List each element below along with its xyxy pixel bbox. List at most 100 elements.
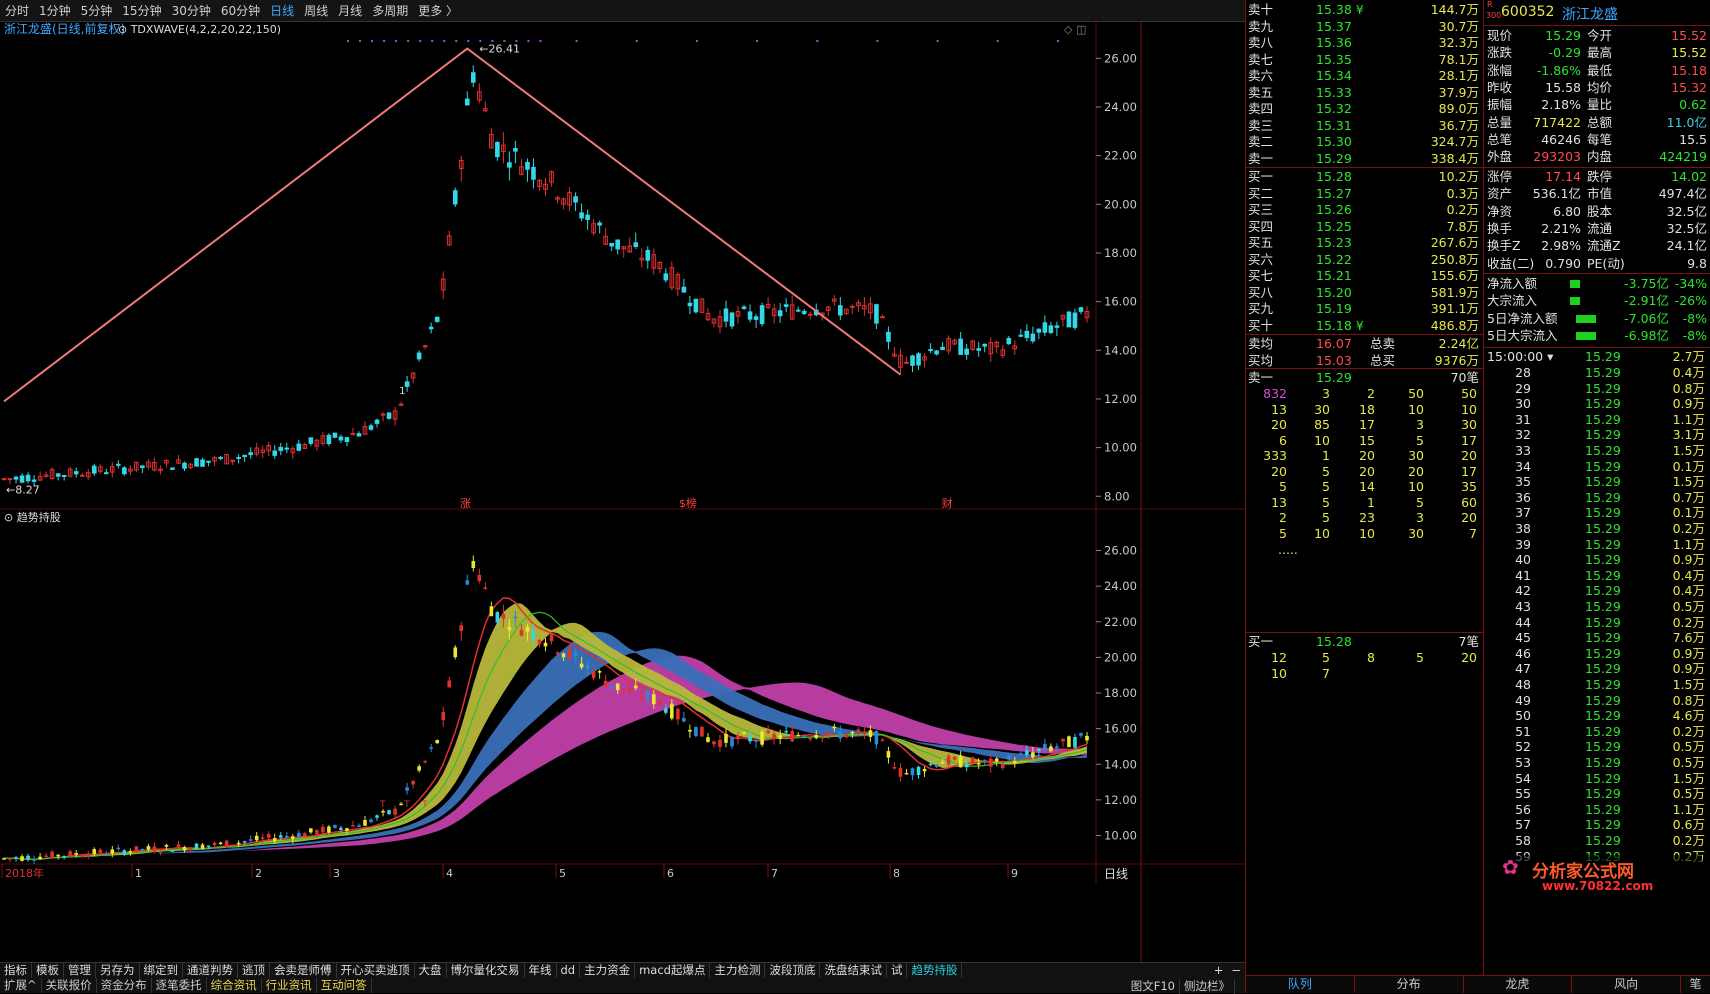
info-tab[interactable]: 扩展^: [0, 978, 42, 993]
signal-dot: [346, 40, 349, 42]
indicator-tab[interactable]: 通道判势: [183, 963, 238, 978]
candle-body: [248, 452, 253, 456]
candle-body: [236, 456, 241, 459]
candle-body: [200, 459, 205, 467]
x-tick-label: 4: [446, 867, 453, 880]
indicator-tab[interactable]: 趋势持股: [907, 963, 963, 978]
sub-candle-body: [682, 718, 686, 722]
side-tab[interactable]: 图文F10: [1127, 979, 1180, 994]
indicator-tab[interactable]: 主力检测: [710, 963, 766, 978]
sub-candle-body: [928, 763, 933, 766]
ask-row: 卖七 15.35 78.1万: [1246, 51, 1483, 69]
candle-body: [958, 338, 963, 355]
indicator-tab[interactable]: 绑定到: [140, 963, 183, 978]
sub-candle-body: [441, 712, 446, 721]
indicator-tab[interactable]: 大盘: [415, 963, 447, 978]
indicator-tab[interactable]: 另存为: [96, 963, 140, 978]
sub-candle-body: [700, 726, 704, 737]
stat-value: 24.1亿: [1666, 238, 1707, 254]
period-tab[interactable]: 15分钟: [117, 0, 166, 22]
candle-body: [531, 166, 536, 180]
sub-candle-body: [621, 688, 626, 691]
kline-chart-svg[interactable]: 浙江龙盛(日线,前复权)⊙ TDXWAVE(4,2,2,20,22,150) ⊙ …: [0, 21, 1245, 962]
candle-body: [886, 331, 891, 342]
sub-candle-body: [670, 703, 674, 719]
indicator-tab[interactable]: 模板: [32, 963, 64, 978]
indicator-tab[interactable]: 年线: [525, 963, 557, 978]
period-tab[interactable]: 月线: [333, 0, 367, 22]
minus-icon[interactable]: −: [1227, 963, 1245, 978]
indicator-tab[interactable]: dd: [557, 963, 581, 978]
indicator-tab[interactable]: 逃顶: [238, 963, 270, 978]
indicator-tab[interactable]: 会卖是师傅: [270, 963, 337, 978]
period-tab[interactable]: 日线: [265, 0, 299, 22]
candle-body: [122, 467, 127, 475]
sub-candle-body: [904, 772, 909, 775]
y-tick-label: 20.00: [1104, 650, 1137, 664]
queue-cell: 30: [1408, 525, 1424, 541]
chart-area[interactable]: 浙江龙盛(日线,前复权) ⊙ TDXWAVE(4,2,2,20,22,150) ⊙ …: [0, 21, 1245, 962]
sub-chart-title[interactable]: ⊙ 趋势持股: [4, 510, 61, 524]
event-marker[interactable]: $榜: [679, 496, 697, 510]
info-tab[interactable]: 综合资讯: [207, 978, 262, 993]
candle-body: [284, 447, 290, 450]
collapse-icon[interactable]: ◇ ◫: [1064, 23, 1086, 36]
indicator-tab[interactable]: 试: [887, 963, 908, 978]
indicator-tab[interactable]: 洗盘结束试: [820, 963, 887, 978]
sub-candle-body: [417, 766, 421, 771]
signal-dot: [431, 40, 434, 42]
period-tab[interactable]: 多周期: [367, 0, 413, 22]
indicator-tab[interactable]: 主力资金: [580, 963, 636, 978]
period-tab[interactable]: 5分钟: [76, 0, 118, 22]
queue-more-row: .....: [1246, 541, 1483, 559]
ask-price: 15.31: [1316, 117, 1352, 133]
period-tab[interactable]: 30分钟: [167, 0, 216, 22]
indicator-tab[interactable]: 管理: [64, 963, 96, 978]
panel-tab[interactable]: 笔: [1681, 976, 1710, 993]
panel-tab[interactable]: 风向: [1572, 976, 1681, 993]
indicator-tab[interactable]: 指标: [0, 963, 32, 978]
info-tab[interactable]: 互动问答: [317, 978, 372, 993]
sub-candle-body: [525, 626, 530, 632]
panel-tab[interactable]: 分布: [1355, 976, 1464, 993]
indicator-tab[interactable]: macd起爆点: [635, 963, 711, 978]
period-tab[interactable]: 周线: [299, 0, 333, 22]
indicator-name[interactable]: ⊙ TDXWAVE(4,2,2,20,22,150): [118, 23, 281, 36]
panel-tab[interactable]: 龙虎: [1464, 976, 1573, 993]
period-tab[interactable]: 更多 〉: [413, 0, 463, 22]
indicator-tab[interactable]: 博尔量化交易: [447, 963, 525, 978]
ask-volume: 28.1万: [1438, 68, 1479, 83]
ask-label: 卖七: [1248, 51, 1274, 67]
sub-candle-body: [351, 825, 355, 827]
sub-candle-body: [958, 756, 963, 768]
panel-tab[interactable]: 队列: [1246, 976, 1355, 993]
event-marker[interactable]: 涨: [460, 497, 471, 510]
candle-body: [434, 316, 440, 322]
candle-body: [1036, 328, 1042, 333]
sub-candle-body: [369, 819, 373, 823]
period-tab[interactable]: 分时: [0, 0, 34, 22]
event-marker[interactable]: 财: [942, 496, 953, 510]
add-icon[interactable]: +: [1210, 963, 1228, 978]
sub-candle-body: [327, 826, 331, 833]
signal-dot: [876, 40, 879, 42]
candle-body: [218, 456, 223, 459]
period-tab[interactable]: 60分钟: [216, 0, 265, 22]
stock-header: R 300 600352 浙江龙盛: [1484, 0, 1710, 26]
info-tab[interactable]: 逐笔委托: [152, 978, 207, 993]
ask-label: 卖九: [1248, 18, 1274, 34]
sub-candle-body: [1061, 738, 1065, 742]
indicator-tab[interactable]: 波段顶底: [765, 963, 821, 978]
ask-volume: 338.4万: [1430, 150, 1479, 166]
indicator-tab[interactable]: 开心买卖逃顶: [337, 963, 415, 978]
candle-body: [55, 473, 61, 477]
info-tab[interactable]: 关联报价: [42, 978, 97, 993]
info-tab[interactable]: 行业资讯: [262, 978, 317, 993]
info-tab[interactable]: 资金分布: [97, 978, 152, 993]
side-tab[interactable]: 侧边栏》: [1180, 979, 1235, 994]
candle-body: [194, 458, 199, 467]
stat-row: 净资 6.80 股本 32.5亿: [1484, 203, 1710, 221]
sub-candle-body: [651, 694, 656, 705]
period-tab[interactable]: 1分钟: [34, 0, 76, 22]
y-tick-label: 24.00: [1104, 579, 1137, 593]
